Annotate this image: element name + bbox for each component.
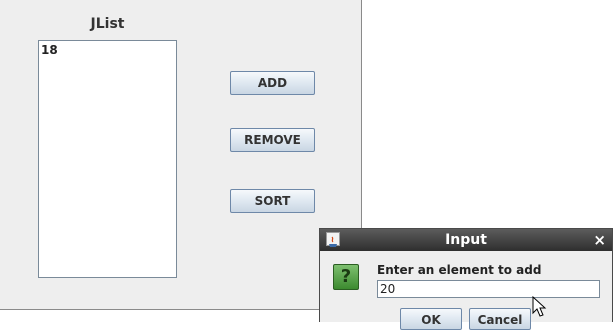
cursor-icon: [532, 296, 547, 317]
dialog-titlebar[interactable]: Input ×: [320, 229, 612, 251]
cancel-button[interactable]: Cancel: [469, 308, 531, 330]
element-input[interactable]: [377, 280, 600, 298]
ok-button[interactable]: OK: [400, 308, 462, 330]
sort-button[interactable]: SORT: [230, 189, 315, 213]
input-dialog: Input × ? Enter an element to add OK Can…: [319, 228, 613, 330]
remove-button[interactable]: REMOVE: [230, 128, 315, 152]
close-icon[interactable]: ×: [593, 231, 606, 249]
dialog-title: Input: [445, 232, 487, 248]
add-button[interactable]: ADD: [230, 71, 315, 95]
question-icon: ?: [333, 264, 359, 290]
list-item[interactable]: 18: [41, 43, 58, 57]
prompt-label: Enter an element to add: [377, 263, 542, 277]
jlist[interactable]: 18: [38, 40, 177, 278]
list-title: JList: [90, 16, 125, 32]
main-window: JList 18 ADD REMOVE SORT: [0, 0, 362, 310]
